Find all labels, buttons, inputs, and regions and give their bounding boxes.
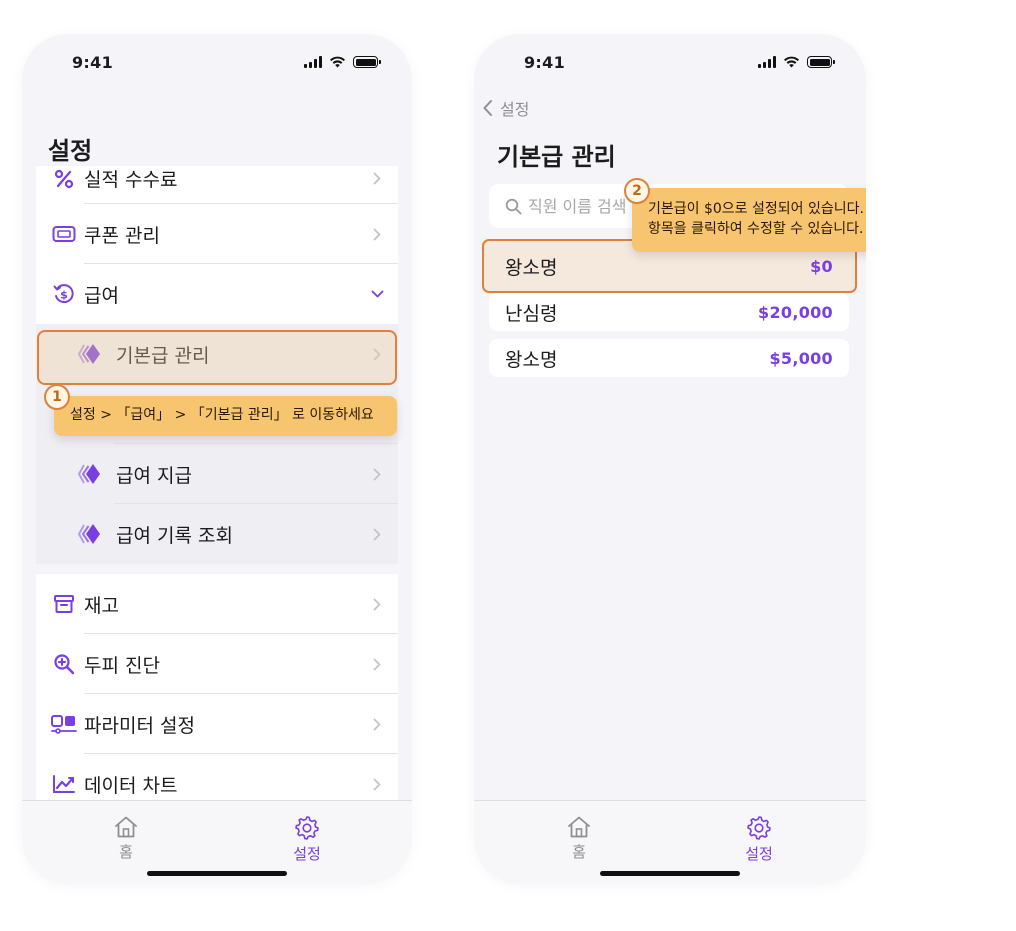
- employee-salary: $20,000: [758, 302, 833, 322]
- employee-name: 난심령: [505, 302, 558, 325]
- base-salary-screen: 9:41 설정 기본급 관리 왕소명 $0 난심령 $20,000 왕소명 $5…: [474, 34, 866, 884]
- chevron-right-icon: [370, 657, 384, 671]
- svg-text:$: $: [60, 289, 68, 302]
- cellular-signal-icon: [758, 56, 776, 68]
- step-1-tooltip: 설정 > 「급여」 > 「기본급 관리」 로 이동하세요: [54, 396, 397, 436]
- tab-settings[interactable]: 설정: [267, 815, 347, 864]
- settings-item-parameters[interactable]: 파라미터 설정: [36, 694, 398, 754]
- status-bar: 9:41: [474, 34, 866, 90]
- line-chart-icon: [48, 768, 80, 800]
- employee-name: 왕소명: [505, 256, 558, 279]
- back-button[interactable]: 설정: [482, 96, 529, 120]
- wifi-icon: [784, 56, 799, 68]
- archive-icon: [48, 588, 80, 620]
- tab-label: 설정: [745, 845, 773, 863]
- settings-screen: 9:41 설정 실적 수수료 쿠폰 관리 $ 급여 기본급 관리 급여 지급 급…: [22, 34, 412, 884]
- employee-row[interactable]: 난심령 $20,000: [489, 293, 849, 331]
- step-2-tooltip: 기본급이 $0으로 설정되어 있습니다. 항목을 클릭하여 수정할 수 있습니다…: [632, 188, 866, 252]
- settings-item-label: 쿠폰 관리: [84, 224, 160, 247]
- cellular-signal-icon: [304, 56, 322, 68]
- settings-item-label: 데이터 차트: [84, 774, 178, 797]
- zoom-in-icon: [48, 648, 80, 680]
- chevron-left-icon: [483, 100, 492, 116]
- employee-salary: $5,000: [769, 348, 833, 368]
- percent-icon: [48, 166, 80, 195]
- tab-home[interactable]: 홈: [86, 815, 166, 862]
- search-icon: [505, 198, 522, 214]
- gear-icon: [295, 816, 319, 840]
- chevron-right-icon: [370, 527, 384, 541]
- payroll-icon: $: [48, 278, 80, 310]
- settings-item-commission[interactable]: 실적 수수료: [36, 166, 398, 204]
- tab-settings[interactable]: 설정: [719, 815, 799, 864]
- home-indicator: [147, 871, 287, 876]
- employee-row[interactable]: 왕소명 $5,000: [489, 339, 849, 377]
- home-indicator: [600, 871, 740, 876]
- employee-salary: $0: [810, 256, 833, 276]
- chevron-right-icon: [370, 467, 384, 481]
- wifi-icon: [330, 56, 345, 68]
- battery-icon: [353, 56, 381, 68]
- submenu-item-label: 급여 기록 조회: [116, 524, 233, 547]
- settings-item-label: 두피 진단: [84, 654, 160, 677]
- step-2-badge: 2: [624, 178, 650, 204]
- submenu-item-payroll-history[interactable]: 급여 기록 조회: [36, 504, 398, 564]
- tab-bar: 홈 설정: [474, 800, 866, 884]
- home-icon: [115, 816, 137, 838]
- settings-item-label: 실적 수수료: [84, 168, 178, 191]
- settings-item-label: 파라미터 설정: [84, 714, 195, 737]
- status-bar: 9:41: [22, 34, 412, 90]
- status-time: 9:41: [72, 53, 113, 72]
- submenu-item-label: 급여 지급: [116, 464, 192, 487]
- chevron-right-icon: [370, 227, 384, 241]
- gear-icon: [747, 816, 771, 840]
- settings-list: 실적 수수료 쿠폰 관리 $ 급여 기본급 관리 급여 지급 급여 기록 조회 …: [36, 166, 398, 814]
- employee-name: 왕소명: [505, 348, 558, 371]
- submenu-item-payroll-payment[interactable]: 급여 지급: [36, 444, 398, 504]
- page-title: 설정: [48, 137, 93, 165]
- settings-item-inventory[interactable]: 재고: [36, 574, 398, 634]
- settings-item-payroll[interactable]: $ 급여: [36, 264, 398, 324]
- settings-item-coupons[interactable]: 쿠폰 관리: [36, 204, 398, 264]
- settings-item-label: 급여: [84, 284, 119, 307]
- tab-home[interactable]: 홈: [539, 815, 619, 862]
- step-1-text: 설정 > 「급여」 > 「기본급 관리」 로 이동하세요: [70, 407, 374, 423]
- step-2-line-2: 항목을 클릭하여 수정할 수 있습니다.: [648, 221, 864, 238]
- chevron-right-icon: [370, 597, 384, 611]
- home-icon: [568, 816, 590, 838]
- parameters-icon: [48, 708, 80, 740]
- tab-label: 홈: [119, 843, 133, 861]
- diamond-icon: [74, 518, 106, 550]
- status-time: 9:41: [524, 53, 565, 72]
- tab-label: 홈: [572, 843, 586, 861]
- chevron-right-icon: [370, 717, 384, 731]
- highlight-base-salary: [37, 330, 397, 385]
- battery-icon: [807, 56, 835, 68]
- ticket-icon: [48, 218, 80, 250]
- tab-label: 설정: [293, 845, 321, 863]
- step-1-badge: 1: [44, 384, 70, 410]
- chevron-down-icon: [370, 287, 384, 301]
- settings-item-label: 재고: [84, 594, 119, 617]
- settings-item-scalp-diagnosis[interactable]: 두피 진단: [36, 634, 398, 694]
- tab-bar: 홈 설정: [22, 800, 412, 884]
- chevron-right-icon: [370, 777, 384, 791]
- page-title: 기본급 관리: [497, 143, 616, 171]
- back-label: 설정: [500, 100, 530, 119]
- diamond-icon: [74, 458, 106, 490]
- chevron-right-icon: [370, 171, 384, 185]
- employee-row[interactable]: 왕소명 $0: [489, 247, 849, 285]
- step-2-line-1: 기본급이 $0으로 설정되어 있습니다.: [648, 201, 864, 217]
